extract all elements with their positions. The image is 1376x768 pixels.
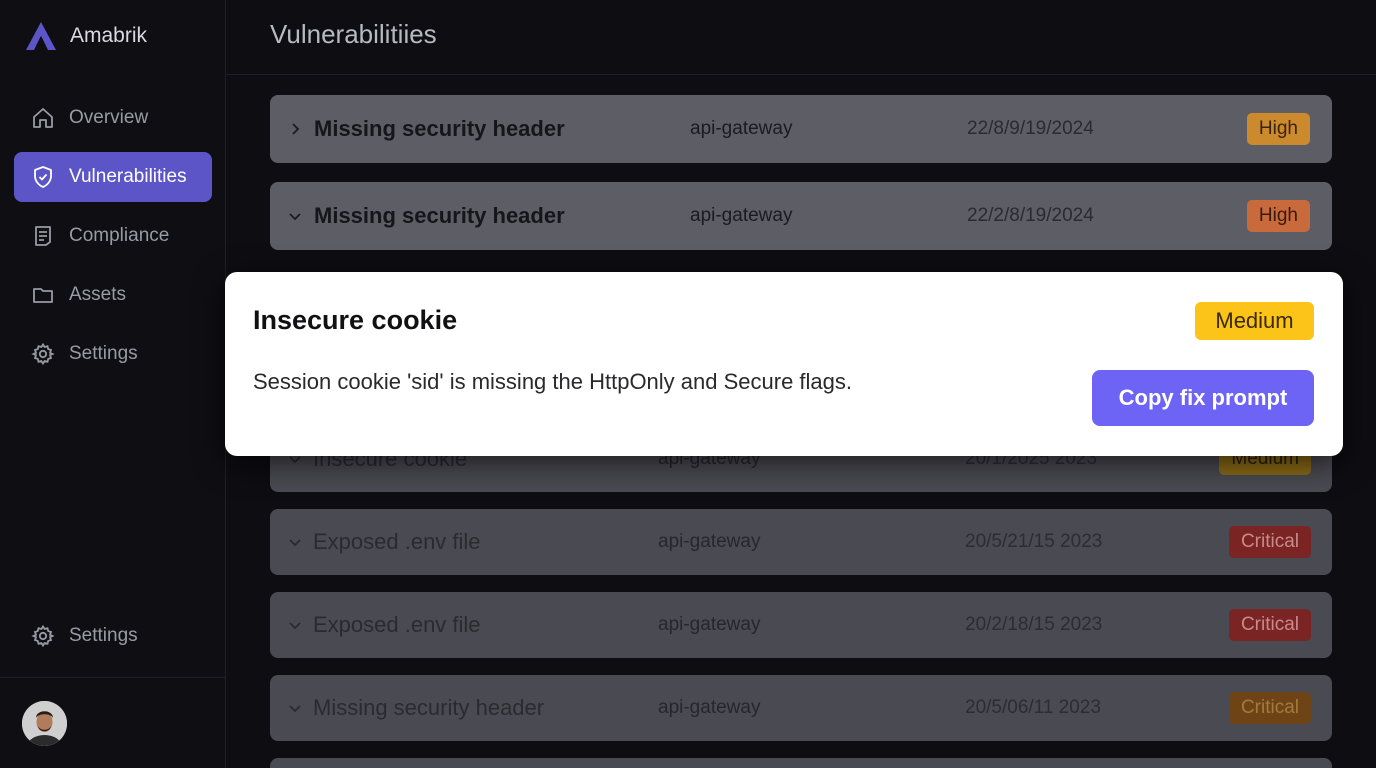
page-title: Vulnerabilitiies — [270, 19, 437, 49]
row-title: Missing security header — [313, 695, 545, 720]
sidebar-item-label: Settings — [69, 625, 138, 646]
sidebar-bottom: Settings — [14, 611, 212, 670]
severity-badge: Critical — [1228, 526, 1311, 558]
severity-badge: High — [1246, 200, 1310, 232]
chevron-down-icon[interactable] — [288, 209, 302, 223]
row-date: 22/2/8/19/2024 — [967, 205, 1094, 226]
table-row[interactable]: Exposed .env file api-gateway 20/5/21/15… — [270, 509, 1332, 575]
row-title: Exposed .env file — [313, 612, 481, 637]
chevron-down-icon[interactable] — [288, 701, 302, 715]
copy-fix-prompt-button[interactable]: Copy fix prompt — [1092, 370, 1314, 426]
chevron-down-icon[interactable] — [288, 618, 302, 632]
table-row[interactable] — [270, 758, 1332, 768]
table-row[interactable]: Exposed .env file api-gateway 20/2/18/15… — [270, 592, 1332, 658]
vulnerability-detail-modal: Insecure cookie Medium Session cookie 's… — [225, 272, 1343, 456]
gear-icon — [31, 624, 55, 648]
row-date: 20/2/18/15 2023 — [965, 614, 1103, 635]
row-date: 20/5/06/11 2023 — [965, 697, 1101, 718]
sidebar-item-compliance[interactable]: Compliance — [14, 211, 212, 261]
brand[interactable]: Amabrik — [24, 20, 147, 52]
brand-name: Amabrik — [70, 24, 148, 47]
row-title: Missing security header — [314, 116, 565, 141]
table-row[interactable]: Missing security header api-gateway 22/2… — [270, 182, 1332, 250]
table-row[interactable]: Missing security header api-gateway 20/5… — [270, 675, 1332, 741]
sidebar-nav: Overview Vulnerabilities Compliance Asse… — [14, 93, 212, 388]
sidebar-item-overview[interactable]: Overview — [14, 93, 212, 143]
severity-badge: Medium — [1195, 302, 1314, 340]
sidebar-item-label: Overview — [69, 107, 149, 128]
severity-badge: Critical — [1228, 609, 1311, 641]
modal-description: Session cookie 'sid' is missing the Http… — [253, 369, 853, 394]
sidebar-divider — [0, 677, 226, 678]
row-asset: api-gateway — [658, 614, 761, 635]
topbar: Vulnerabilitiies — [227, 0, 1376, 75]
row-asset: api-gateway — [658, 531, 761, 552]
document-icon — [35, 226, 51, 246]
shield-icon — [34, 166, 52, 188]
sidebar-item-label: Assets — [69, 284, 127, 305]
logo-icon — [26, 22, 56, 50]
sidebar-item-settings[interactable]: Settings — [14, 329, 212, 379]
row-title: Exposed .env file — [313, 529, 481, 554]
row-title: Missing security header — [314, 203, 565, 228]
sidebar-item-settings-bottom[interactable]: Settings — [14, 611, 212, 661]
home-icon — [33, 108, 53, 128]
sidebar-item-label: Compliance — [69, 225, 170, 246]
severity-badge: High — [1246, 113, 1310, 145]
avatar[interactable] — [22, 701, 67, 746]
row-date: 20/5/21/15 2023 — [965, 531, 1103, 552]
severity-badge: Critical — [1228, 692, 1311, 724]
user-avatar-icon — [22, 701, 67, 746]
row-asset: api-gateway — [690, 118, 793, 139]
table-row[interactable]: Missing security header api-gateway 22/8… — [270, 95, 1332, 163]
gear-icon — [31, 342, 55, 366]
row-date: 22/8/9/19/2024 — [967, 118, 1094, 139]
chevron-down-icon[interactable] — [288, 535, 302, 549]
row-asset: api-gateway — [690, 205, 793, 226]
sidebar-item-vulnerabilities[interactable]: Vulnerabilities — [14, 152, 212, 202]
sidebar-item-assets[interactable]: Assets — [14, 270, 212, 320]
sidebar: Amabrik Overview Vulnerabilities Complia… — [0, 0, 226, 768]
chevron-right-icon[interactable] — [288, 122, 302, 136]
row-asset: api-gateway — [658, 697, 761, 718]
folder-icon — [33, 288, 53, 303]
sidebar-item-label: Vulnerabilities — [69, 166, 187, 187]
sidebar-item-label: Settings — [69, 343, 138, 364]
modal-title: Insecure cookie — [253, 305, 458, 335]
